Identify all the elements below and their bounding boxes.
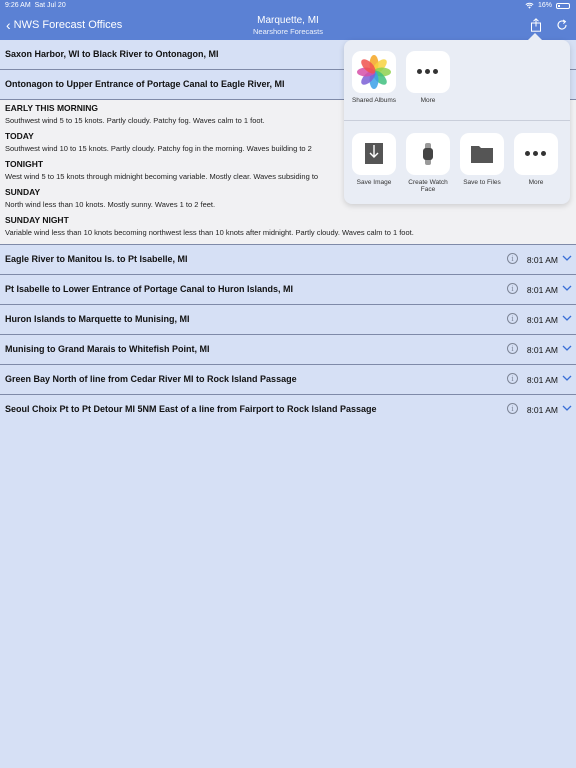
nav-actions [530,18,568,32]
more-button[interactable]: More [405,51,451,104]
zone-row[interactable]: Munising to Grand Marais to Whitefish Po… [0,335,576,365]
issued-time: 8:01 AM [526,315,558,325]
wifi-icon [525,2,534,9]
info-icon[interactable]: i [507,343,518,354]
action-label: More [420,97,436,104]
action-label: Create Watch Face [408,179,448,193]
zone-row[interactable]: Seoul Choix Pt to Pt Detour MI 5NM East … [0,395,576,425]
action-label: Save Image [356,179,392,186]
divider [344,120,570,121]
chevron-down-icon[interactable] [562,315,572,322]
info-icon[interactable]: i [507,373,518,384]
period-heading: SUNDAY NIGHT [5,215,69,225]
more-icon [514,133,558,175]
status-right: 16% [525,2,570,9]
zone-title: Ontonagon to Upper Entrance of Portage C… [5,79,285,89]
zone-title: Green Bay North of line from Cedar River… [5,374,297,384]
create-watch-face-button[interactable]: Create Watch Face [405,133,451,193]
nav-title: Marquette, MI Nearshore Forecasts [0,15,576,36]
issued-time: 8:01 AM [526,405,558,415]
issued-time: 8:01 AM [526,375,558,385]
folder-icon [460,133,504,175]
chevron-down-icon[interactable] [562,345,572,352]
period-text: Variable wind less than 10 knots becomin… [5,228,414,237]
shared-albums-button[interactable]: Shared Albums [351,51,397,104]
zone-row[interactable]: Green Bay North of line from Cedar River… [0,365,576,395]
zone-title: Eagle River to Manitou Is. to Pt Isabell… [5,254,188,264]
save-image-button[interactable]: Save Image [351,133,397,186]
info-icon[interactable]: i [507,283,518,294]
action-label: Save to Files [463,179,501,186]
battery-percent: 16% [537,2,552,9]
page-subtitle: Nearshore Forecasts [252,27,324,36]
share-icon[interactable] [530,18,542,32]
chevron-down-icon[interactable] [562,285,572,292]
info-icon[interactable]: i [507,313,518,324]
zone-title: Seoul Choix Pt to Pt Detour MI 5NM East … [5,404,377,414]
page-title: Marquette, MI [257,15,319,26]
zone-title: Huron Islands to Marquette to Munising, … [5,314,190,324]
status-bar: 9:26 AM Sat Jul 20 16% [0,0,576,12]
save-to-files-button[interactable]: Save to Files [459,133,505,186]
zone-title: Munising to Grand Marais to Whitefish Po… [5,344,210,354]
save-image-icon [352,133,396,175]
photos-icon [352,51,396,93]
more-icon [406,51,450,93]
chevron-down-icon[interactable] [562,405,572,412]
issued-time: 8:01 AM [526,345,558,355]
zone-row[interactable]: Eagle River to Manitou Is. to Pt Isabell… [0,245,576,275]
watch-icon [406,133,450,175]
zone-row[interactable]: Pt Isabelle to Lower Entrance of Portage… [0,275,576,305]
issued-time: 8:01 AM [526,285,558,295]
issued-time: 8:01 AM [526,255,558,265]
more-button[interactable]: More [513,133,559,186]
info-icon[interactable]: i [507,253,518,264]
status-time-date: 9:26 AM Sat Jul 20 [5,2,66,9]
battery-icon [556,2,570,9]
action-label: Shared Albums [351,97,397,104]
share-popover: Shared Albums More Save Image Create Wat… [344,33,570,204]
zone-row[interactable]: Huron Islands to Marquette to Munising, … [0,305,576,335]
action-label: More [528,179,544,186]
chevron-down-icon[interactable] [562,255,572,262]
info-icon[interactable]: i [507,403,518,414]
chevron-down-icon[interactable] [562,375,572,382]
zone-title: Saxon Harbor, WI to Black River to Onton… [5,49,219,59]
zone-title: Pt Isabelle to Lower Entrance of Portage… [5,284,294,294]
navigation-bar: ‹ NWS Forecast Offices Marquette, MI Nea… [0,12,576,40]
forecast-period: SUNDAY NIGHT Variable wind less than 10 … [0,214,576,242]
refresh-icon[interactable] [556,19,568,31]
